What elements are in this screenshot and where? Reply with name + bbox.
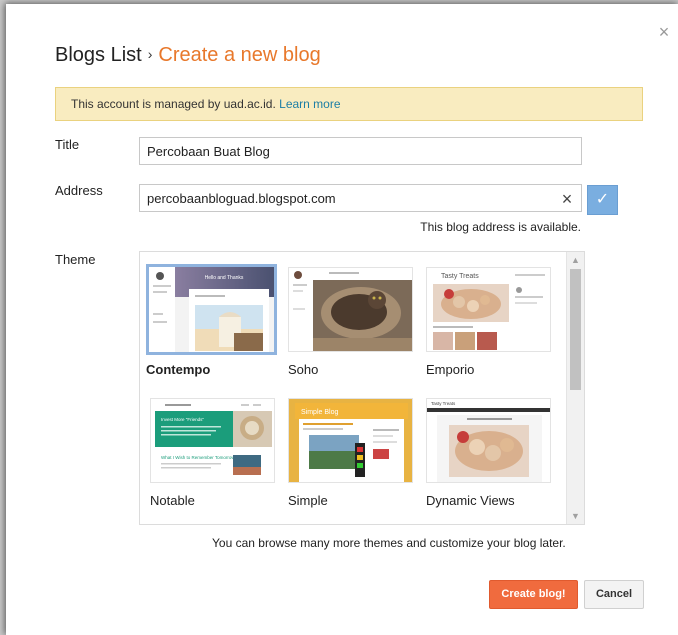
theme-tile-dynamic-views[interactable]: Tasty Treats Dynamic Views [426, 398, 557, 508]
browse-themes-note: You can browse many more themes and cust… [212, 536, 566, 550]
theme-tile-simple[interactable]: Simple Blog Simple [288, 398, 419, 508]
page-title: Blogs List › Create a new blog [55, 43, 321, 68]
address-availability-text: This blog address is available. [420, 220, 581, 234]
notice-text: This account is managed by uad.ac.id. [71, 97, 276, 111]
theme-name: Simple [288, 493, 328, 508]
breadcrumb-separator-icon: › [147, 46, 153, 62]
theme-picker: Hello and Thanks Contempo Soho Tasty Tre… [139, 251, 585, 525]
theme-name: Notable [150, 493, 195, 508]
managed-account-notice: This account is managed by uad.ac.id. Le… [55, 87, 643, 121]
emporio-thumb-title: Tasty Treats [441, 273, 479, 280]
create-blog-dialog: × Blogs List › Create a new blog This acco… [6, 4, 678, 635]
clear-address-icon[interactable]: × [558, 190, 576, 208]
contempo-thumbnail-icon: Hello and Thanks [146, 264, 277, 355]
emporio-thumbnail-icon: Tasty Treats [426, 267, 551, 352]
check-available-icon[interactable]: ✓ [587, 185, 618, 215]
notable-thumb-title: Invest More "Friends" [161, 417, 204, 422]
learn-more-link[interactable]: Learn more [279, 97, 340, 111]
simple-thumb-title: Simple Blog [301, 409, 338, 416]
address-input[interactable] [139, 184, 582, 212]
theme-label: Theme [55, 252, 96, 267]
breadcrumb-blogs-list[interactable]: Blogs List [55, 44, 142, 66]
theme-tile-soho[interactable]: Soho [288, 267, 419, 377]
title-input[interactable] [139, 137, 582, 165]
cancel-button[interactable]: Cancel [584, 580, 644, 609]
scrollbar-thumb[interactable] [570, 269, 581, 390]
soho-thumbnail-icon [288, 267, 413, 352]
theme-tile-contempo[interactable]: Hello and Thanks Contempo [146, 264, 277, 377]
breadcrumb-current: Create a new blog [158, 44, 321, 66]
notable-thumbnail-icon: Invest More "Friends" What I Wish to Rem… [150, 398, 275, 483]
theme-tile-notable[interactable]: Invest More "Friends" What I Wish to Rem… [150, 398, 281, 508]
title-label: Title [55, 137, 80, 152]
contempo-thumb-title: Hello and Thanks [205, 275, 244, 281]
theme-name: Soho [288, 362, 319, 377]
dynamic-views-thumbnail-icon: Tasty Treats [426, 398, 551, 483]
close-icon[interactable]: × [656, 23, 672, 41]
theme-name: Contempo [146, 362, 211, 377]
theme-name: Dynamic Views [426, 493, 515, 508]
theme-scrollbar[interactable]: ▲ ▼ [566, 252, 584, 524]
scroll-down-icon[interactable]: ▼ [567, 508, 584, 524]
theme-tile-emporio[interactable]: Tasty Treats Emporio [426, 267, 557, 377]
create-blog-button[interactable]: Create blog! [489, 580, 578, 609]
scroll-up-icon[interactable]: ▲ [567, 252, 584, 268]
notable-thumb-subtitle: What I Wish to Remember Tomorrow? [161, 455, 238, 460]
dynamic-thumb-title: Tasty Treats [431, 401, 456, 406]
theme-name: Emporio [426, 362, 475, 377]
simple-thumbnail-icon: Simple Blog [288, 398, 413, 483]
address-label: Address [55, 183, 103, 198]
